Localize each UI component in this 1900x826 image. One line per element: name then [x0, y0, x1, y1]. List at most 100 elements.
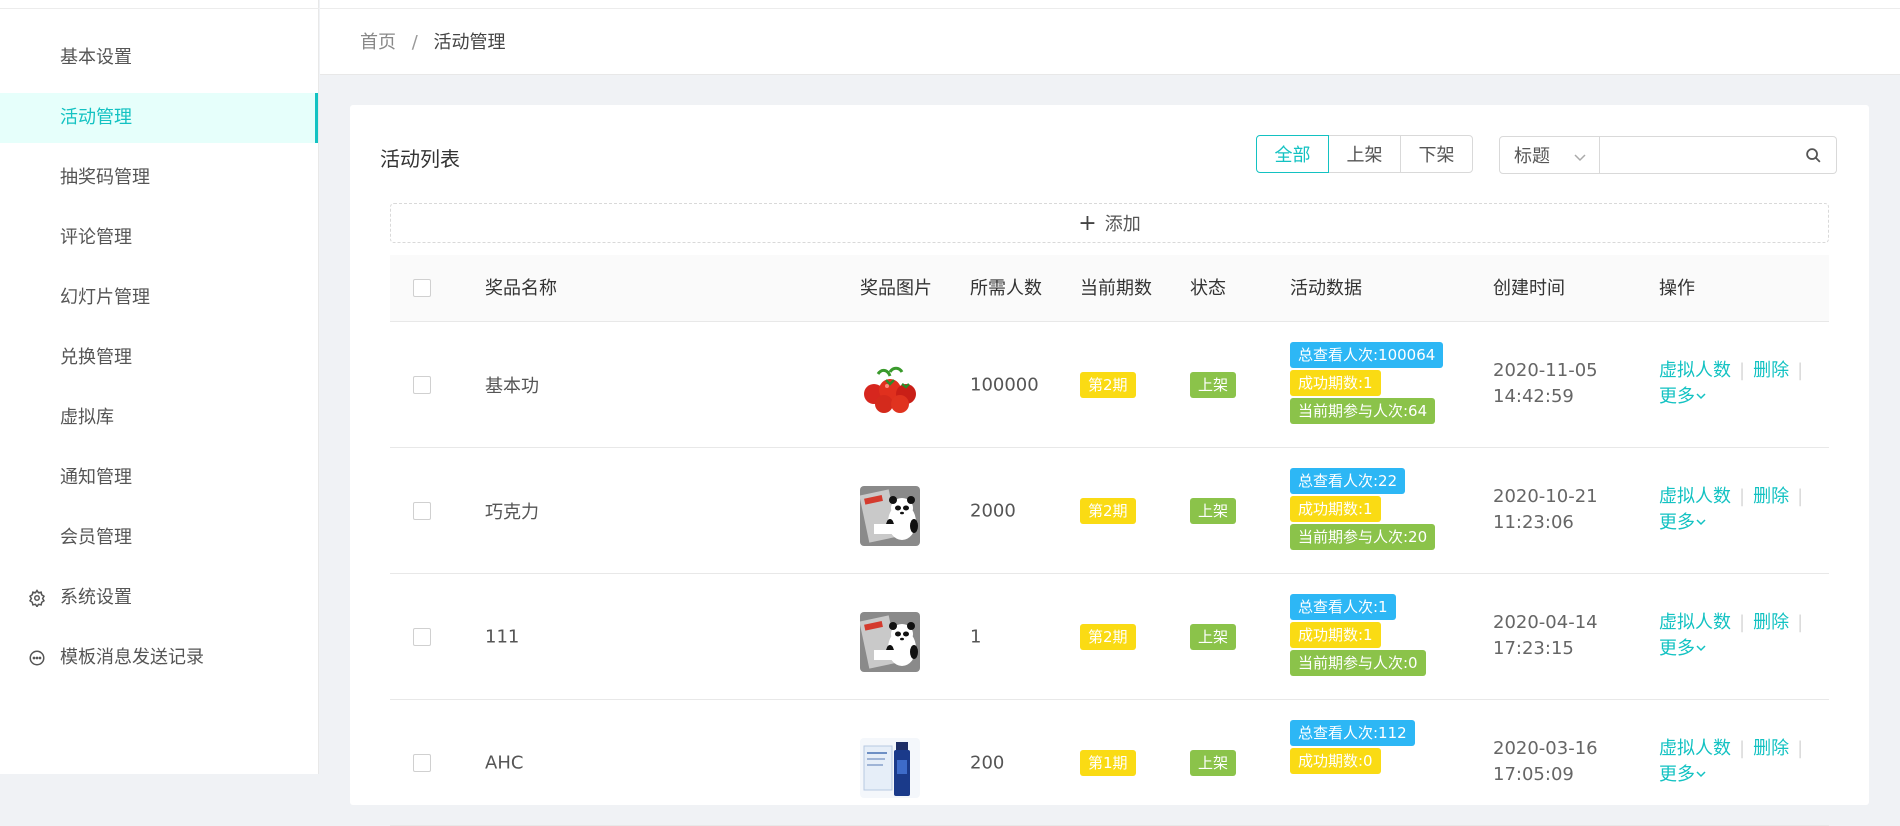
row-checkbox[interactable]	[413, 502, 431, 520]
prize-name: 111	[485, 626, 520, 647]
created-time: 2020-11-05 14:42:59	[1493, 358, 1598, 410]
more-label: 更多	[1659, 512, 1695, 533]
prize-name: AHC	[485, 752, 524, 773]
row-checkbox[interactable]	[413, 628, 431, 646]
row-actions: 虚拟人数 | 删除 | 更多	[1659, 610, 1811, 662]
status-badge: 上架	[1190, 371, 1237, 398]
more-dropdown[interactable]: 更多	[1659, 512, 1707, 533]
period-tag: 第2期	[1080, 623, 1136, 650]
status-badge: 上架	[1190, 623, 1237, 650]
chevron-down-icon	[1695, 638, 1707, 659]
chevron-down-icon	[1695, 512, 1707, 533]
search-field-select[interactable]: 标题	[1499, 136, 1600, 174]
created-time: 2020-10-21 11:23:06	[1493, 484, 1598, 536]
header-activity-data: 活动数据	[1290, 278, 1362, 299]
created-time: 2020-04-14 17:23:15	[1493, 610, 1598, 662]
stat-current-participants: 当前期参与人次:0	[1290, 650, 1426, 676]
row-checkbox[interactable]	[413, 376, 431, 394]
bottle-image	[860, 738, 920, 798]
period-badge: 第1期	[1080, 749, 1136, 776]
plus-icon: +	[1078, 210, 1097, 236]
search-group: 标题	[1499, 136, 1837, 174]
created-clock: 17:05:09	[1493, 764, 1574, 785]
table-row: 基本功 100000 第2期 上架 总查看人次:100064 成功期数:1 当前…	[390, 322, 1829, 448]
more-label: 更多	[1659, 386, 1695, 407]
chevron-down-icon	[1695, 764, 1707, 785]
created-date: 2020-03-16	[1493, 738, 1598, 759]
sidebar-item-label: 虚拟库	[60, 407, 114, 428]
action-divider: |	[1797, 612, 1804, 633]
filter-off-shelf-button[interactable]: 下架	[1400, 135, 1473, 173]
more-dropdown[interactable]: 更多	[1659, 386, 1707, 407]
activity-stats: 总查看人次:100064 成功期数:1 当前期参与人次:64	[1290, 342, 1444, 424]
sidebar-item-basic-settings[interactable]: 基本设置	[0, 33, 318, 83]
virtual-count-link[interactable]: 虚拟人数	[1659, 486, 1731, 507]
sidebar-item-exchange[interactable]: 兑换管理	[0, 333, 318, 383]
gear-icon	[28, 573, 48, 623]
table-header: 奖品名称 奖品图片 所需人数 当前期数 状态 活动数据 创建时间 操作	[390, 255, 1829, 322]
header-required-count: 所需人数	[970, 278, 1042, 299]
add-activity-button[interactable]: + 添加	[390, 203, 1829, 243]
search-input[interactable]	[1610, 138, 1804, 174]
table-row: 巧克力 2000 第2期 上架 总查看人次:22 成功期数:1 当前期参与人次:…	[390, 448, 1829, 574]
virtual-count-link[interactable]: 虚拟人数	[1659, 612, 1731, 633]
row-actions: 虚拟人数 | 删除 | 更多	[1659, 358, 1811, 410]
sidebar-item-label: 系统设置	[60, 587, 132, 608]
search-icon[interactable]	[1805, 147, 1822, 168]
panda-image	[860, 612, 920, 672]
action-divider: |	[1797, 486, 1804, 507]
header-current-period: 当前期数	[1080, 278, 1152, 299]
sidebar-item-system-settings[interactable]: 系统设置	[0, 573, 318, 623]
more-label: 更多	[1659, 638, 1695, 659]
action-divider: |	[1739, 612, 1746, 633]
stat-success-periods: 成功期数:1	[1290, 496, 1381, 522]
created-clock: 11:23:06	[1493, 512, 1574, 533]
stat-success-periods: 成功期数:0	[1290, 748, 1381, 774]
activity-stats: 总查看人次:22 成功期数:1 当前期参与人次:20	[1290, 468, 1436, 550]
sidebar-item-notifications[interactable]: 通知管理	[0, 453, 318, 503]
sidebar-item-members[interactable]: 会员管理	[0, 513, 318, 563]
sidebar-item-template-message-log[interactable]: 模板消息发送记录	[0, 633, 318, 683]
virtual-count-link[interactable]: 虚拟人数	[1659, 738, 1731, 759]
period-badge: 第2期	[1080, 497, 1136, 524]
sidebar-item-virtual-library[interactable]: 虚拟库	[0, 393, 318, 443]
prize-name: 巧克力	[485, 501, 539, 523]
period-tag: 第2期	[1080, 371, 1136, 398]
header-status: 状态	[1190, 278, 1226, 299]
activity-list-card: 活动列表 全部 上架 下架 标题 + 添加 奖品名称 奖品图片 所需人数 当前期	[350, 105, 1869, 826]
sidebar-item-activity-management[interactable]: 活动管理	[0, 93, 318, 143]
required-count: 200	[970, 752, 1005, 773]
status-badge: 上架	[1190, 749, 1237, 776]
action-divider: |	[1739, 738, 1746, 759]
filter-all-button[interactable]: 全部	[1256, 135, 1329, 173]
stat-total-views: 总查看人次:112	[1290, 720, 1415, 746]
row-checkbox[interactable]	[413, 754, 431, 772]
sidebar-item-comments[interactable]: 评论管理	[0, 213, 318, 263]
sidebar-item-slides[interactable]: 幻灯片管理	[0, 273, 318, 323]
row-actions: 虚拟人数 | 删除 | 更多	[1659, 484, 1811, 536]
status-tag: 上架	[1190, 371, 1237, 398]
period-badge: 第2期	[1080, 371, 1136, 398]
filter-on-shelf-button[interactable]: 上架	[1328, 135, 1401, 173]
header-prize-image: 奖品图片	[860, 278, 932, 299]
delete-link[interactable]: 删除	[1753, 738, 1789, 759]
status-tag: 上架	[1190, 749, 1237, 776]
delete-link[interactable]: 删除	[1753, 486, 1789, 507]
delete-link[interactable]: 删除	[1753, 360, 1789, 381]
sidebar-item-lottery-code[interactable]: 抽奖码管理	[0, 153, 318, 203]
header-prize-name: 奖品名称	[485, 278, 557, 299]
message-icon	[28, 633, 48, 683]
sidebar-item-label: 活动管理	[60, 107, 132, 128]
add-button-label: 添加	[1104, 214, 1141, 235]
stat-total-views: 总查看人次:1	[1290, 594, 1396, 620]
sidebar-item-label: 幻灯片管理	[60, 287, 150, 308]
more-dropdown[interactable]: 更多	[1659, 764, 1707, 785]
more-dropdown[interactable]: 更多	[1659, 638, 1707, 659]
virtual-count-link[interactable]: 虚拟人数	[1659, 360, 1731, 381]
activity-stats: 总查看人次:112 成功期数:0	[1290, 720, 1415, 774]
breadcrumb-home[interactable]: 首页	[360, 32, 396, 53]
delete-link[interactable]: 删除	[1753, 612, 1789, 633]
select-all-checkbox[interactable]	[413, 279, 431, 297]
stat-success-periods: 成功期数:1	[1290, 370, 1381, 396]
sidebar-item-label: 通知管理	[60, 467, 132, 488]
